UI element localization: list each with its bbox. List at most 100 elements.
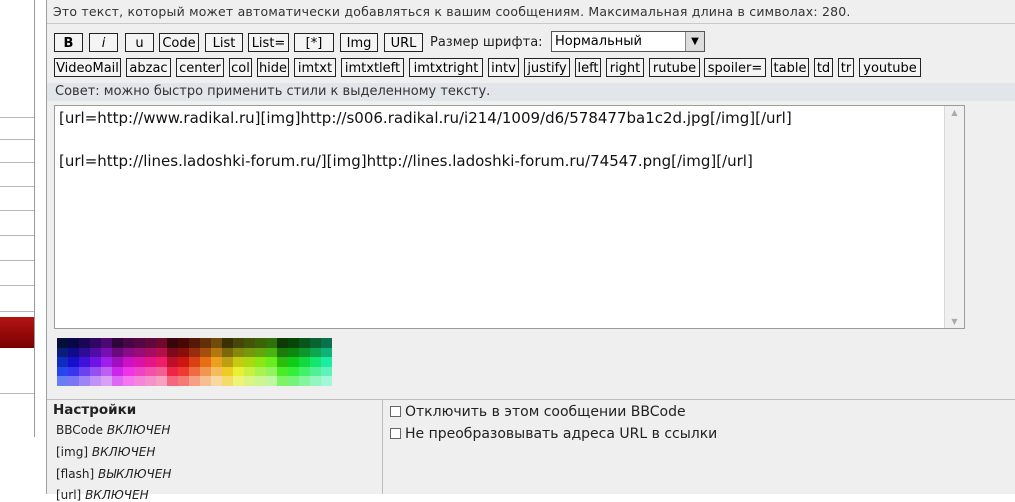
- color-swatch[interactable]: [233, 366, 244, 377]
- imtxtright-button[interactable]: imtxtright: [409, 58, 483, 77]
- color-swatch[interactable]: [178, 366, 189, 377]
- color-swatch[interactable]: [57, 357, 68, 367]
- color-swatch[interactable]: [266, 376, 277, 386]
- color-swatch[interactable]: [255, 338, 266, 348]
- color-swatch[interactable]: [222, 357, 233, 367]
- color-swatch[interactable]: [200, 366, 211, 377]
- color-swatch[interactable]: [288, 376, 299, 386]
- color-swatch[interactable]: [101, 338, 112, 348]
- color-swatch[interactable]: [90, 347, 101, 358]
- color-swatch[interactable]: [321, 357, 332, 367]
- color-swatch[interactable]: [145, 366, 156, 377]
- ordered-list-button[interactable]: List=: [248, 33, 289, 52]
- color-swatch[interactable]: [310, 347, 321, 358]
- color-swatch[interactable]: [189, 376, 200, 386]
- color-swatch[interactable]: [101, 347, 112, 358]
- color-swatch[interactable]: [112, 338, 123, 348]
- scrollbar[interactable]: ▲ ▼: [944, 106, 964, 328]
- color-swatch[interactable]: [123, 366, 134, 377]
- color-swatch[interactable]: [222, 338, 233, 348]
- color-swatch[interactable]: [189, 338, 200, 348]
- color-swatch[interactable]: [266, 366, 277, 377]
- color-swatch[interactable]: [211, 366, 222, 377]
- color-swatch[interactable]: [90, 376, 101, 386]
- color-swatch[interactable]: [112, 357, 123, 367]
- color-swatch[interactable]: [233, 338, 244, 348]
- color-swatch[interactable]: [299, 357, 310, 367]
- right-button[interactable]: right: [606, 58, 644, 77]
- color-swatch[interactable]: [167, 347, 178, 358]
- font-size-select[interactable]: Нормальный ▼: [551, 31, 705, 52]
- color-swatch[interactable]: [321, 338, 332, 348]
- color-swatch[interactable]: [112, 347, 123, 358]
- italic-button[interactable]: i: [89, 33, 118, 52]
- underline-button[interactable]: u: [125, 33, 154, 52]
- color-swatch[interactable]: [244, 357, 255, 367]
- color-swatch[interactable]: [255, 376, 266, 386]
- abzac-button[interactable]: abzac: [126, 58, 171, 77]
- col-button[interactable]: col: [229, 58, 252, 77]
- color-swatch[interactable]: [178, 338, 189, 348]
- disable-url-parse-checkbox[interactable]: [390, 428, 401, 439]
- hide-button[interactable]: hide: [257, 58, 289, 77]
- color-swatch[interactable]: [244, 366, 255, 377]
- color-swatch[interactable]: [266, 338, 277, 348]
- color-swatch[interactable]: [134, 357, 145, 367]
- color-swatch[interactable]: [57, 347, 68, 358]
- color-swatch[interactable]: [200, 357, 211, 367]
- color-swatch[interactable]: [167, 366, 178, 377]
- tr-button[interactable]: tr: [838, 58, 854, 77]
- imtxt-button[interactable]: imtxt: [294, 58, 336, 77]
- youtube-button[interactable]: youtube: [859, 58, 921, 77]
- color-swatch[interactable]: [189, 347, 200, 358]
- color-swatch[interactable]: [211, 357, 222, 367]
- table-button[interactable]: table: [771, 58, 809, 77]
- scroll-down-icon[interactable]: ▼: [945, 317, 964, 326]
- color-swatch[interactable]: [156, 357, 167, 367]
- color-swatch[interactable]: [145, 357, 156, 367]
- color-swatch[interactable]: [101, 376, 112, 386]
- scroll-up-icon[interactable]: ▲: [945, 108, 964, 117]
- color-swatch[interactable]: [68, 357, 79, 367]
- message-textarea[interactable]: [url=http://www.radikal.ru][img]http://s…: [54, 105, 965, 329]
- justify-button[interactable]: justify: [524, 58, 570, 77]
- color-swatch[interactable]: [277, 376, 288, 386]
- color-swatch[interactable]: [233, 357, 244, 367]
- color-swatch[interactable]: [123, 338, 134, 348]
- color-swatch[interactable]: [101, 357, 112, 367]
- color-swatch[interactable]: [123, 376, 134, 386]
- color-swatch[interactable]: [200, 347, 211, 358]
- rutube-button[interactable]: rutube: [649, 58, 700, 77]
- spoiler-button[interactable]: spoiler=: [704, 58, 766, 77]
- color-swatch[interactable]: [156, 376, 167, 386]
- color-swatch[interactable]: [90, 357, 101, 367]
- bold-button[interactable]: B: [54, 33, 83, 52]
- color-swatch[interactable]: [310, 366, 321, 377]
- color-swatch[interactable]: [134, 347, 145, 358]
- color-swatch[interactable]: [156, 347, 167, 358]
- color-swatch[interactable]: [189, 357, 200, 367]
- color-swatch[interactable]: [310, 357, 321, 367]
- color-swatch[interactable]: [123, 357, 134, 367]
- color-swatch[interactable]: [134, 338, 145, 348]
- color-swatch[interactable]: [68, 376, 79, 386]
- color-swatch[interactable]: [288, 338, 299, 348]
- color-swatch[interactable]: [299, 338, 310, 348]
- color-swatch[interactable]: [178, 376, 189, 386]
- color-swatch[interactable]: [222, 347, 233, 358]
- color-swatch[interactable]: [288, 347, 299, 358]
- color-swatch[interactable]: [211, 376, 222, 386]
- color-palette[interactable]: [57, 338, 332, 386]
- color-swatch[interactable]: [321, 366, 332, 377]
- color-swatch[interactable]: [233, 376, 244, 386]
- left-button[interactable]: left: [575, 58, 601, 77]
- color-swatch[interactable]: [57, 366, 68, 377]
- color-swatch[interactable]: [79, 376, 90, 386]
- color-swatch[interactable]: [299, 347, 310, 358]
- color-swatch[interactable]: [244, 347, 255, 358]
- color-swatch[interactable]: [145, 376, 156, 386]
- color-swatch[interactable]: [68, 366, 79, 377]
- color-swatch[interactable]: [145, 347, 156, 358]
- color-swatch[interactable]: [288, 366, 299, 377]
- color-swatch[interactable]: [57, 338, 68, 348]
